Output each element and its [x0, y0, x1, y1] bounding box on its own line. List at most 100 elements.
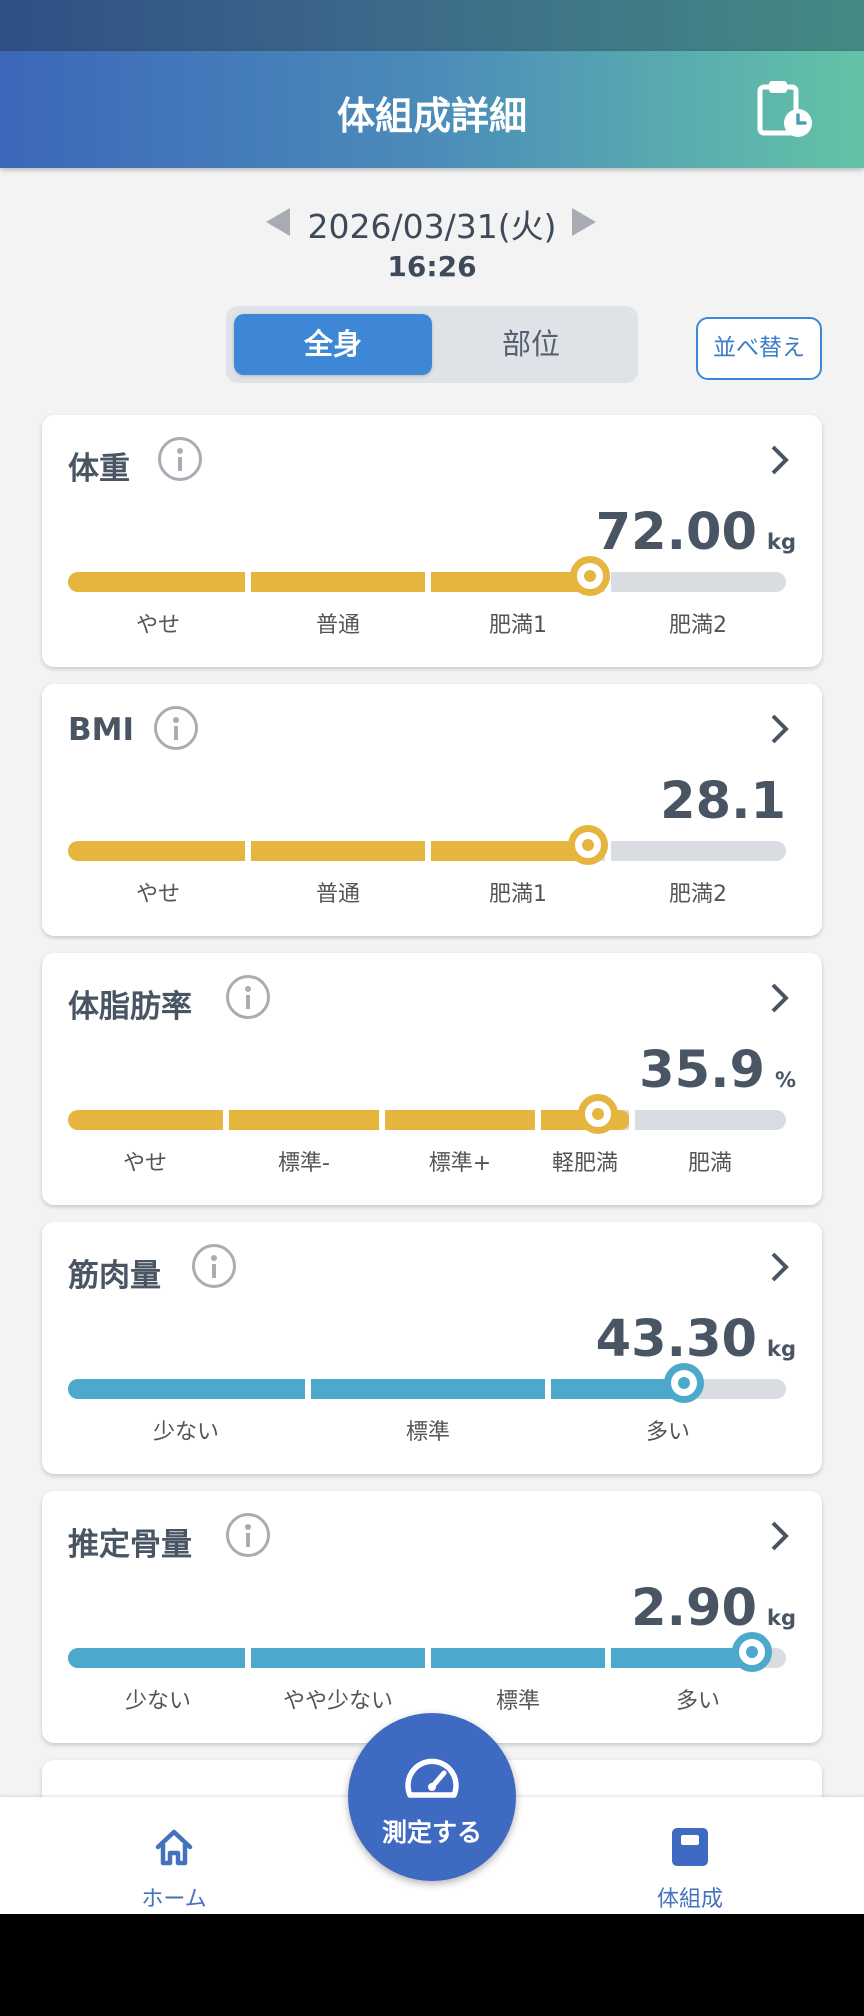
info-icon[interactable] — [226, 975, 270, 1019]
sort-button[interactable]: 並べ替え — [696, 317, 822, 380]
date-navigator: 2026/03/31(火) — [0, 196, 864, 246]
range-label: やせ — [135, 882, 181, 907]
range-bar — [68, 825, 786, 865]
range-label: 肥満 — [687, 1151, 733, 1176]
measurement-value: 43.30 kg — [596, 1310, 796, 1369]
range-label: 肥満2 — [669, 613, 727, 638]
range-label: 多い — [645, 1420, 691, 1445]
value-number: 72.00 — [595, 503, 757, 562]
measurement-value: 35.9% — [639, 1041, 796, 1100]
value-marker — [568, 825, 608, 865]
info-icon[interactable] — [226, 1513, 270, 1557]
info-icon[interactable] — [154, 706, 198, 750]
measure-button-label: 測定する — [381, 1818, 482, 1847]
nav-body-label: 体組成 — [656, 1887, 723, 1912]
next-date-arrow-icon[interactable] — [572, 208, 596, 236]
range-label: やせ — [122, 1151, 168, 1176]
segment-divider — [305, 1379, 311, 1399]
measurement-value: 28.1 — [660, 772, 796, 831]
value-marker — [570, 556, 610, 596]
date-label: 2026/03/31(火) — [307, 207, 557, 246]
measurement-value: 72.00 kg — [596, 503, 796, 562]
system-navigation-bar — [0, 1914, 864, 2016]
value-number: 35.9 — [639, 1041, 765, 1100]
range-label: 軽肥満 — [551, 1151, 619, 1176]
value-number: 43.30 — [595, 1310, 757, 1369]
range-label: 標準+ — [428, 1151, 492, 1176]
home-icon — [155, 1829, 193, 1866]
value-unit: kg — [767, 1337, 796, 1361]
body-fat-card[interactable]: 体脂肪率 35.9% やせ 標準- 標準+ 軽肥満 肥満 — [42, 953, 822, 1205]
tab-whole-body[interactable]: 全身 — [234, 314, 432, 375]
info-icon[interactable] — [192, 1244, 236, 1288]
nav-home-label: ホーム — [141, 1887, 207, 1912]
chevron-right-icon — [771, 445, 789, 475]
chevron-right-icon — [771, 983, 789, 1013]
range-label: 標準- — [278, 1151, 330, 1176]
range-label: 肥満1 — [489, 613, 547, 638]
nav-home[interactable]: ホーム — [74, 1797, 274, 1914]
range-bar-fill — [68, 1110, 630, 1130]
page-title: 体組成詳細 — [336, 94, 527, 138]
card-title: 体重 — [68, 451, 130, 487]
value-number: 2.90 — [631, 1579, 757, 1638]
segment-divider — [545, 1379, 551, 1399]
chevron-right-icon — [771, 1252, 789, 1282]
range-label: 標準 — [495, 1689, 541, 1714]
range-bar — [68, 1094, 786, 1134]
value-marker — [578, 1094, 618, 1134]
value-unit: kg — [767, 1606, 796, 1630]
range-label: やせ — [135, 613, 181, 638]
segment-divider — [379, 1110, 385, 1130]
tab-body-parts[interactable]: 部位 — [432, 314, 630, 375]
segment-divider — [425, 1648, 431, 1668]
chevron-right-icon — [771, 714, 789, 744]
card-title: 推定骨量 — [68, 1527, 192, 1563]
range-bar — [68, 556, 786, 596]
chevron-right-icon — [771, 1521, 789, 1551]
range-label: 普通 — [315, 613, 361, 638]
value-marker — [664, 1363, 704, 1403]
value-unit: % — [774, 1068, 796, 1092]
range-bar — [68, 1632, 786, 1672]
measurement-value: 2.90 kg — [631, 1579, 796, 1638]
range-bar-fill — [68, 1648, 758, 1668]
clipboard-clock-icon[interactable] — [752, 77, 816, 141]
speedometer-icon — [405, 1758, 459, 1798]
range-bar-fill — [68, 572, 606, 592]
body-composition-icon — [672, 1828, 708, 1866]
value-marker — [732, 1632, 772, 1672]
bmi-card[interactable]: BMI 28.1 やせ 普通 肥満1 肥満2 — [42, 684, 822, 936]
value-number: 28.1 — [660, 772, 786, 831]
previous-date-arrow-icon[interactable] — [266, 208, 290, 236]
segment-divider — [629, 1110, 635, 1130]
card-title: BMI — [68, 712, 135, 748]
status-bar — [0, 0, 864, 51]
time-label: 16:26 — [387, 250, 477, 283]
segment-divider — [425, 572, 431, 592]
segmented-control: 全身 部位 — [226, 306, 638, 383]
weight-card[interactable]: 体重 72.00 kg やせ 普通 肥満1 肥満2 — [42, 415, 822, 667]
value-unit: kg — [767, 530, 796, 554]
muscle-mass-card[interactable]: 筋肉量 43.30 kg 少ない 標準 多い — [42, 1222, 822, 1474]
range-label: 少ない — [124, 1689, 192, 1714]
segment-divider — [245, 572, 251, 592]
card-title: 筋肉量 — [68, 1258, 161, 1294]
range-label: 少ない — [152, 1420, 220, 1445]
bone-mass-card[interactable]: 推定骨量 2.90 kg 少ない やや少ない 標準 多い — [42, 1491, 822, 1743]
info-icon[interactable] — [158, 437, 202, 481]
range-label: 肥満2 — [669, 882, 727, 907]
measure-button[interactable]: 測定する — [348, 1713, 516, 1881]
range-label: 普通 — [315, 882, 361, 907]
segment-divider — [535, 1110, 541, 1130]
range-label: やや少ない — [282, 1689, 394, 1714]
range-label: 肥満1 — [489, 882, 547, 907]
range-bar-fill — [68, 841, 604, 861]
nav-body-composition[interactable]: 体組成 — [590, 1797, 790, 1914]
segment-divider — [245, 841, 251, 861]
segment-divider — [223, 1110, 229, 1130]
range-label: 標準 — [405, 1420, 451, 1445]
range-bar — [68, 1363, 786, 1403]
segment-divider — [605, 1648, 611, 1668]
app-header: 体組成詳細 — [0, 51, 864, 168]
